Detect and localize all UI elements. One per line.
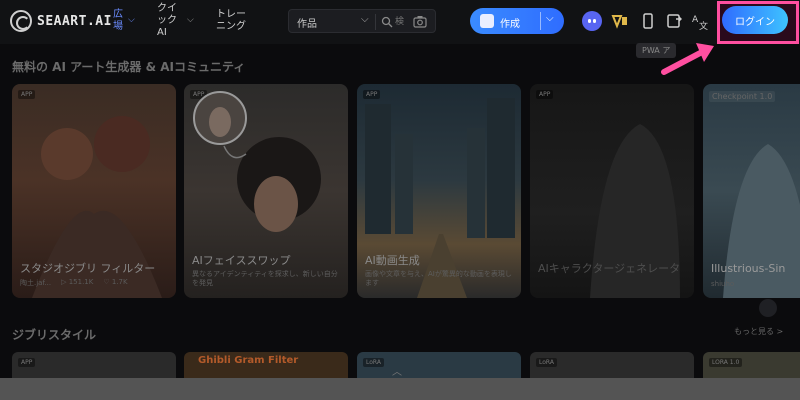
card-title: スタジオジブリ フィルター <box>20 262 156 275</box>
card-title: Illustrious-Sin <box>711 262 786 275</box>
palette-icon <box>480 14 494 28</box>
feature-card-checkpoint[interactable]: Checkpoint 1.0 Illustrious-Sin shiuho <box>703 84 800 298</box>
create-separator <box>540 12 541 30</box>
login-button[interactable]: ログイン <box>722 6 788 34</box>
search-icon[interactable] <box>381 16 393 28</box>
pointer-arrow-icon <box>661 43 714 75</box>
card-meta: shiuho <box>711 280 734 288</box>
discord-icon[interactable] <box>582 11 602 31</box>
search-category-select[interactable]: 作品 <box>297 15 317 30</box>
support-headset-icon[interactable] <box>759 299 777 317</box>
card-description: 画像や文章を与え、AIが驚異的な動画を表現します <box>365 270 512 287</box>
see-more-link[interactable]: もっと見る > <box>734 326 783 337</box>
feature-card-ghibli[interactable]: APP スタジオジブリ フィルター 陶土.jaf... ▷ 151.1K ♡ 1… <box>12 84 176 298</box>
chevron-down-icon[interactable]: ⌵ <box>546 13 554 24</box>
svg-text:A: A <box>692 15 699 25</box>
vip-icon[interactable] <box>610 11 630 31</box>
nav-quick-ai[interactable]: クイ ック AI <box>157 3 177 39</box>
badge: LoRA <box>536 358 557 367</box>
nav-square-line2: 場 <box>113 21 123 32</box>
feature-card-character[interactable]: APP AIキャラクタージェネレータ <box>530 84 694 298</box>
nav-training[interactable]: トレー ニング <box>216 9 246 33</box>
search-input[interactable] <box>395 14 411 30</box>
badge: LORA 1.0 <box>709 358 743 367</box>
create-label: 作成 <box>500 19 520 30</box>
nav-training-line2: ニング <box>216 21 246 32</box>
card-title: AI動画生成 <box>365 254 420 267</box>
logo-text: SEAART.AI <box>37 13 112 29</box>
card-overlay-text: Ghibli Gram Filter <box>198 355 299 366</box>
section-title: 無料の AI アート生成器 & AIコミュニティ <box>12 60 246 74</box>
mobile-icon[interactable] <box>638 11 658 31</box>
chevron-down-icon[interactable]: ⌵ <box>187 15 194 25</box>
badge: APP <box>18 358 36 367</box>
card-views: ▷ 151.1K <box>61 278 94 286</box>
chevron-down-icon[interactable]: ⌵ <box>128 15 135 25</box>
chevron-up-icon[interactable]: ︿ <box>392 363 402 378</box>
section-title: ジブリスタイル <box>12 328 97 342</box>
logo-mark-icon <box>10 10 32 32</box>
card-title: AIフェイススワップ <box>192 254 291 267</box>
nav-training-line1: トレー <box>216 9 246 20</box>
card-author: 陶土.jaf... <box>20 279 52 287</box>
nav-quick-ai-line2: ック <box>157 15 177 26</box>
nav-square-line1: 広 <box>113 9 123 20</box>
nav-quick-ai-line1: クイ <box>157 3 177 14</box>
views-count: 151.1K <box>68 278 94 286</box>
install-app-icon[interactable] <box>664 11 684 31</box>
badge: LoRA <box>363 358 384 367</box>
logo[interactable]: SEAART.AI <box>10 10 112 32</box>
chevron-down-icon[interactable]: ⌵ <box>361 14 369 25</box>
search-bar: 作品 ⌵ <box>288 9 436 33</box>
card-description: 異なるアイデンティティを探求し、新しい自分を発見 <box>192 270 338 287</box>
overlay-bottom-bar <box>0 378 800 400</box>
feature-card-video[interactable]: APP AI動画生成 画像や文章を与え、AIが驚異的な動画を表現します <box>357 84 521 298</box>
likes-count: 1.7K <box>111 278 128 286</box>
top-navigation-bar: SEAART.AI 広 場 ⌵ クイ ック AI ⌵ トレー ニング 作品 ⌵ … <box>0 0 800 44</box>
translate-icon[interactable]: A 文 <box>690 11 710 31</box>
card-meta: 陶土.jaf... ▷ 151.1K ♡ 1.7K <box>20 278 128 288</box>
card-likes: ♡ 1.7K <box>103 278 128 286</box>
search-divider <box>375 14 376 30</box>
card-title: AIキャラクタージェネレータ <box>538 262 681 275</box>
camera-icon[interactable] <box>413 15 427 28</box>
feature-card-face-swap[interactable]: APP AIフェイススワップ 異なるアイデンティティを探求し、新しい自分を発見 <box>184 84 348 298</box>
create-button[interactable]: 作成 ⌵ <box>470 8 564 34</box>
nav-quick-ai-line3: AI <box>157 27 167 38</box>
nav-square[interactable]: 広 場 <box>113 9 123 33</box>
card-author: shiuho <box>711 280 735 288</box>
svg-text:文: 文 <box>699 20 708 31</box>
